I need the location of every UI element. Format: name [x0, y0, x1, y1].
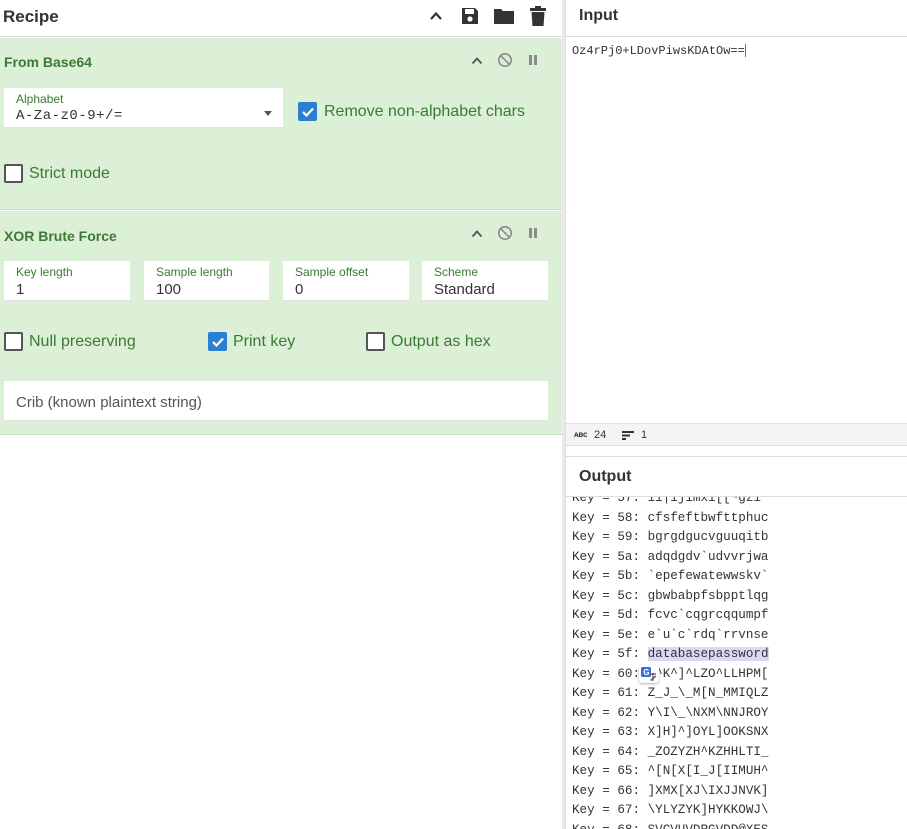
crib-placeholder: Crib (known plaintext string): [16, 394, 202, 411]
translate-icon[interactable]: G: [639, 665, 659, 683]
input-length: 24: [594, 429, 607, 441]
input-lines: 1: [641, 429, 648, 441]
strict-mode-label: Strict mode: [29, 165, 110, 182]
sample-offset-label: Sample offset: [295, 265, 369, 279]
op-xor-brute-force: XOR Brute Force Key length 1 Sample leng…: [0, 211, 562, 435]
output-text[interactable]: Key = 57: ii|ijimxi[[~gzi Key = 58: cfsfe…: [566, 497, 907, 829]
sample-length-field[interactable]: Sample length 100: [144, 261, 269, 301]
length-icon: ᴀʙᴄ: [574, 430, 588, 439]
trash-icon[interactable]: [526, 4, 550, 28]
selected-text: databasepassword: [647, 647, 769, 661]
op-from-base64: From Base64 Alphabet A-Za-z0-9+/= Remove: [0, 38, 562, 210]
sample-length-value: 100: [156, 281, 182, 298]
output-line: Key = 59: bgrgdgucvguuqitb: [572, 530, 769, 544]
print-key-label: Print key: [233, 333, 296, 350]
remove-non-alphabet-label: Remove non-alphabet chars: [324, 103, 526, 120]
save-icon[interactable]: [458, 4, 482, 28]
op-title: From Base64: [4, 54, 92, 70]
collapse-op-icon[interactable]: [468, 52, 486, 70]
scheme-label: Scheme: [434, 265, 479, 279]
output-as-hex-checkbox[interactable]: [366, 332, 385, 351]
output-line: Key = 5b: `epefewatewwskv`: [572, 569, 769, 583]
app: Recipe From Base64 Alphabet A-Za-z0-9+/=…: [0, 0, 907, 829]
input-title: Input: [579, 7, 619, 24]
collapse-op-icon[interactable]: [468, 225, 486, 243]
strict-mode-checkbox[interactable]: [4, 164, 23, 183]
output-line: Key = 67: \YLYZYK]HYKKOWJ\: [572, 803, 769, 817]
op-title: XOR Brute Force: [4, 228, 117, 244]
text-caret: [744, 44, 746, 58]
input-status-bar: ᴀʙᴄ 24 1: [566, 423, 907, 446]
disable-op-icon[interactable]: [496, 224, 514, 242]
remove-non-alphabet-checkbox[interactable]: [298, 102, 317, 121]
input-value: Oz4rPj0+LDovPiwsKDAtOw==: [572, 44, 745, 58]
output-line: Key = 65: ^[N[X[I_J[IIMUH^: [572, 764, 769, 778]
lines-icon: [622, 431, 634, 443]
io-panel: Input Oz4rPj0+LDovPiwsKDAtOw== ᴀʙᴄ 24 1 …: [565, 0, 907, 829]
output-line: Key = 63: X]H]^]OYL]OOKSNX: [572, 725, 769, 739]
sample-offset-field[interactable]: Sample offset 0: [283, 261, 409, 301]
output-line: Key = 5d: fcvc`cqgrcqqumpf: [572, 608, 769, 622]
null-preserving-label: Null preserving: [29, 333, 136, 350]
output-line: Key = 57: ii|ijimxi[[~gzi: [572, 497, 761, 505]
scheme-select[interactable]: Scheme Standard: [422, 261, 548, 301]
output-line: Key = 5f: databasepassword: [572, 647, 769, 661]
pause-icon[interactable]: [524, 224, 542, 242]
output-header: Output: [566, 456, 907, 497]
output-line: Key = 68: SVCVUVDRGVDD@XES: [572, 820, 769, 829]
output-line: Key = 58: cfsfeftbwfttphuc: [572, 510, 769, 525]
key-length-field[interactable]: Key length 1: [4, 261, 130, 301]
sample-offset-value: 0: [295, 281, 304, 298]
recipe-panel: Recipe From Base64 Alphabet A-Za-z0-9+/=…: [0, 0, 562, 829]
scheme-value: Standard: [434, 281, 495, 298]
output-as-hex-label: Output as hex: [391, 333, 491, 350]
disable-op-icon[interactable]: [496, 51, 514, 69]
output-line: Key = 64: _ZOZYZH^KZHHLTI_: [572, 744, 769, 759]
pause-icon[interactable]: [524, 51, 542, 69]
recipe-header: Recipe: [0, 0, 562, 37]
input-header: Input: [566, 0, 907, 37]
output-title: Output: [579, 468, 632, 485]
svg-text:G: G: [643, 668, 649, 677]
alphabet-value: A-Za-z0-9+/=: [16, 108, 123, 124]
output-line: Key = 66: ]XMX[XJ\IXJJNVK]: [572, 783, 769, 798]
chevron-up-icon[interactable]: [424, 4, 448, 28]
output-line: Key = 60: [^K^]^LZO^LLHPM[: [572, 666, 769, 681]
null-preserving-checkbox[interactable]: [4, 332, 23, 351]
output-line: Key = 62: Y\I\_\NXM\NNJROY: [572, 705, 769, 720]
output-line: Key = 5c: gbwbabpfsbpptlqg: [572, 588, 769, 603]
alphabet-select[interactable]: Alphabet A-Za-z0-9+/=: [4, 88, 283, 128]
print-key-checkbox[interactable]: [208, 332, 227, 351]
chevron-down-icon: [263, 104, 273, 122]
crib-input[interactable]: Crib (known plaintext string): [4, 381, 548, 421]
recipe-title: Recipe: [3, 7, 59, 26]
key-length-label: Key length: [16, 265, 73, 279]
key-length-value: 1: [16, 281, 25, 298]
output-line: Key = 5e: e`u`c`rdq`rrvnse: [572, 627, 769, 642]
alphabet-label: Alphabet: [16, 92, 64, 106]
output-line: Key = 5a: adqdgdv`udvvrjwa: [572, 549, 769, 564]
input-textarea[interactable]: Oz4rPj0+LDovPiwsKDAtOw==: [572, 44, 746, 58]
output-line: Key = 61: Z_J_\_M[N_MMIQLZ: [572, 686, 769, 700]
folder-icon[interactable]: [492, 4, 516, 28]
sample-length-label: Sample length: [156, 265, 233, 279]
